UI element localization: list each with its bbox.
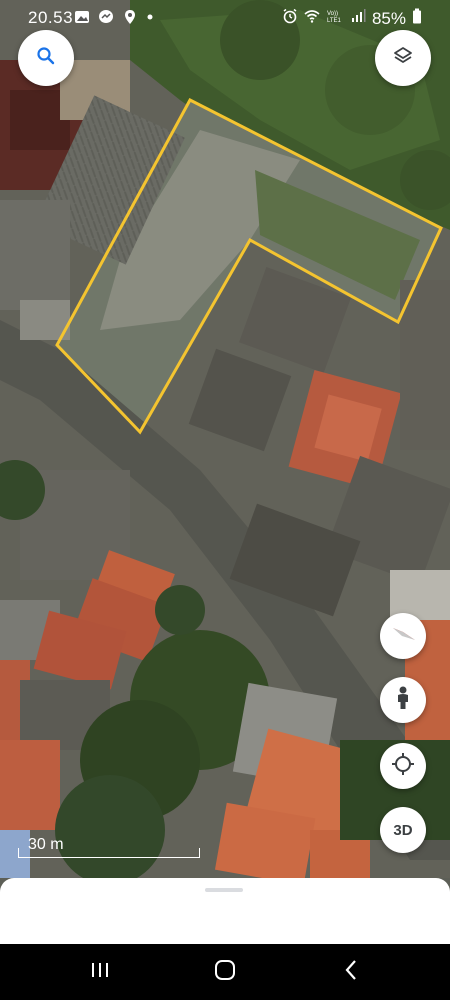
- layers-icon: [392, 45, 414, 72]
- three-d-label: 3D: [393, 821, 413, 839]
- volte-icon: Vo)) LTE1: [326, 8, 344, 29]
- recent-apps-icon: [90, 961, 110, 984]
- scale-bar: [18, 848, 200, 858]
- home-button[interactable]: [207, 956, 243, 988]
- battery-percent: 85%: [371, 8, 406, 28]
- location-icon: [122, 9, 138, 30]
- sheet-drag-handle[interactable]: [205, 888, 243, 892]
- notification-icons: [74, 9, 154, 30]
- pegman-icon: [392, 685, 414, 716]
- my-location-button[interactable]: [380, 743, 426, 789]
- gallery-icon: [74, 9, 90, 30]
- status-bar: 20.53 Vo)) LTE1 85%: [0, 0, 450, 36]
- street-view-button[interactable]: [380, 677, 426, 723]
- wifi-icon: [304, 8, 320, 29]
- three-d-button[interactable]: 3D: [380, 807, 426, 853]
- search-button[interactable]: [18, 30, 74, 86]
- compass-icon: [389, 620, 417, 653]
- messenger-icon: [98, 9, 114, 30]
- navigation-bar: [0, 944, 450, 1000]
- recent-apps-button[interactable]: [82, 956, 118, 988]
- back-icon: [343, 959, 359, 986]
- search-icon: [36, 46, 56, 71]
- layers-button[interactable]: [375, 30, 431, 86]
- dot-icon: [146, 9, 154, 30]
- signal-icon: [350, 8, 366, 29]
- svg-text:LTE1: LTE1: [327, 18, 342, 24]
- satellite-map[interactable]: [0, 0, 450, 878]
- my-location-icon: [390, 751, 416, 782]
- bottom-sheet[interactable]: [0, 878, 450, 944]
- compass-button[interactable]: [380, 613, 426, 659]
- back-button[interactable]: [333, 956, 369, 988]
- map-canvas: [0, 0, 450, 878]
- status-time: 20.53: [28, 8, 74, 27]
- battery-icon: [412, 8, 422, 29]
- map-scale: 30 m: [18, 836, 202, 860]
- alarm-icon: [282, 8, 298, 29]
- svg-text:Vo)): Vo)): [327, 11, 338, 17]
- system-status-icons: Vo)) LTE1 85%: [282, 8, 422, 29]
- home-icon: [214, 959, 236, 986]
